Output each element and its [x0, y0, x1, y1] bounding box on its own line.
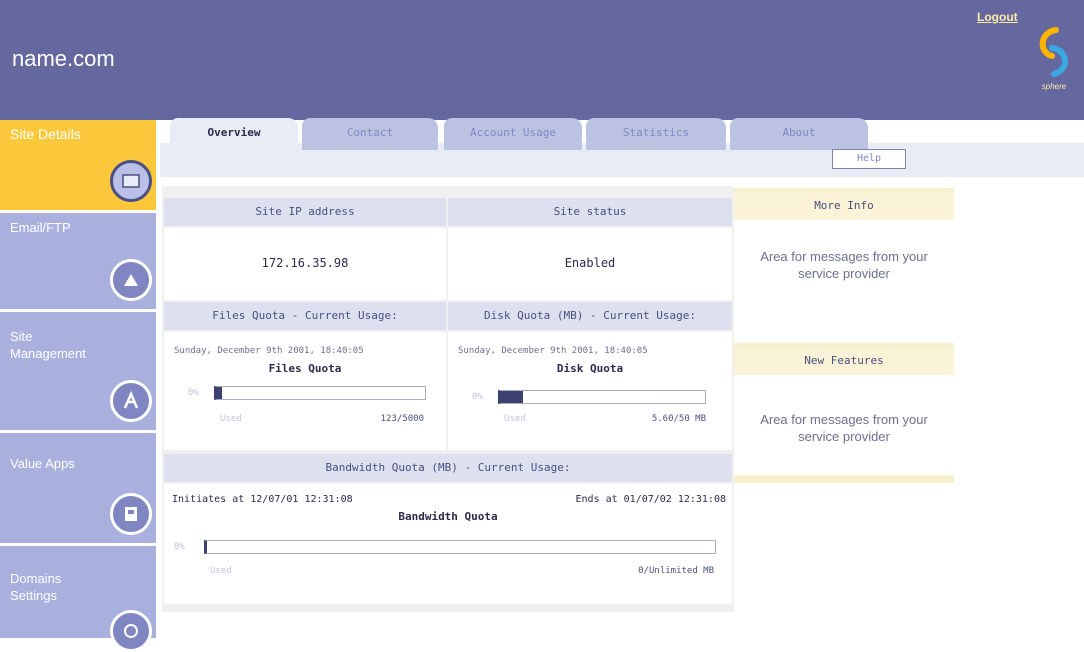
site-ip-header: Site IP address — [164, 198, 446, 226]
files-quota-cell: Sunday, December 9th 2001, 18:40:05 File… — [164, 332, 446, 450]
site-ip-value: 172.16.35.98 — [261, 256, 349, 270]
sidebar-item-site-details[interactable]: Site Details — [0, 120, 156, 210]
disk-quota-bar — [498, 390, 706, 404]
tab-account-usage[interactable]: Account Usage — [444, 118, 582, 150]
site-name: name.com — [12, 46, 115, 71]
new-features-title: New Features — [734, 347, 954, 375]
overview-panel: Site IP address Site status 172.16.35.98… — [162, 186, 734, 612]
tab-statistics[interactable]: Statistics — [586, 118, 726, 150]
more-info-panel: More Info Area for messages from your se… — [734, 188, 954, 340]
disk-quota-title: Disk Quota — [556, 362, 624, 375]
bandwidth-quota-title: Bandwidth Quota — [398, 510, 498, 523]
disk-quota-usage: 5.60/50 MB — [651, 414, 706, 424]
sidebar-item-domains-settings[interactable]: Domains Settings — [0, 546, 156, 652]
bandwidth-quota-zero-label: 0% — [174, 542, 185, 552]
sidebar-item-label: Domains Settings — [10, 571, 62, 603]
tab-about[interactable]: About — [730, 118, 868, 150]
header-bar: name.com Logout sphere — [0, 0, 1084, 120]
bandwidth-quota-used-label: Used — [210, 566, 232, 576]
site-management-icon — [110, 380, 152, 422]
sidebar-item-email-ftp[interactable]: Email/FTP — [0, 213, 156, 309]
disk-quota-header: Disk Quota (MB) - Current Usage: — [448, 302, 732, 330]
email-ftp-icon — [110, 259, 152, 301]
new-features-footer — [734, 475, 954, 483]
bandwidth-quota-cell: Initiates at 12/07/01 12:31:08 Ends at 0… — [164, 484, 732, 604]
site-status-value: Enabled — [564, 256, 616, 270]
disk-quota-used-label: Used — [504, 414, 526, 424]
brand-logo: sphere — [1028, 22, 1080, 112]
sidebar-item-label: Value Apps — [10, 456, 75, 471]
files-quota-bar — [214, 386, 426, 400]
site-details-icon — [110, 160, 152, 202]
bandwidth-quota-usage: 0/Unlimited MB — [638, 566, 714, 576]
logout-link[interactable]: Logout — [977, 10, 1018, 24]
disk-quota-bar-fill — [501, 391, 524, 403]
sidebar-item-label: Email/FTP — [10, 220, 71, 235]
tab-contact[interactable]: Contact — [302, 118, 438, 150]
new-features-panel: New Features Area for messages from your… — [734, 343, 954, 495]
sidebar-item-label: Site Management — [10, 329, 86, 361]
more-info-body: Area for messages from your service prov… — [760, 249, 928, 281]
bandwidth-ends: Ends at 01/07/02 12:31:08 — [575, 494, 726, 505]
files-quota-header: Files Quota - Current Usage: — [164, 302, 446, 330]
value-apps-icon — [110, 493, 152, 535]
files-quota-timestamp: Sunday, December 9th 2001, 18:40:05 — [174, 346, 364, 356]
domains-settings-icon — [110, 610, 152, 652]
files-quota-usage: 123/5000 — [380, 414, 424, 424]
disk-quota-zero-label: 0% — [472, 392, 483, 402]
files-quota-bar-fill — [217, 387, 223, 399]
sidebar: Site Details Email/FTP Site Management V… — [0, 120, 160, 652]
files-quota-zero-label: 0% — [188, 388, 199, 398]
help-button[interactable]: Help — [832, 149, 906, 169]
files-quota-used-label: Used — [220, 414, 242, 424]
site-status-cell: Enabled — [448, 228, 732, 300]
site-ip-cell: 172.16.35.98 — [164, 228, 446, 300]
bandwidth-initiates: Initiates at 12/07/01 12:31:08 — [172, 494, 353, 505]
site-status-header: Site status — [448, 198, 732, 226]
bandwidth-quota-header: Bandwidth Quota (MB) - Current Usage: — [164, 454, 732, 482]
swirl-logo-icon — [1039, 27, 1068, 77]
sidebar-item-site-management[interactable]: Site Management — [0, 312, 156, 430]
disk-quota-cell: Sunday, December 9th 2001, 18:40:05 Disk… — [448, 332, 732, 450]
more-info-title: More Info — [734, 192, 954, 220]
bandwidth-quota-bar — [204, 540, 716, 554]
new-features-body: Area for messages from your service prov… — [760, 412, 928, 444]
brand-text: sphere — [1041, 82, 1067, 91]
sidebar-item-value-apps[interactable]: Value Apps — [0, 433, 156, 543]
sidebar-item-label: Site Details — [10, 126, 81, 142]
disk-quota-timestamp: Sunday, December 9th 2001, 18:40:05 — [458, 346, 648, 356]
files-quota-title: Files Quota — [268, 362, 342, 375]
tab-overview[interactable]: Overview — [170, 118, 298, 150]
